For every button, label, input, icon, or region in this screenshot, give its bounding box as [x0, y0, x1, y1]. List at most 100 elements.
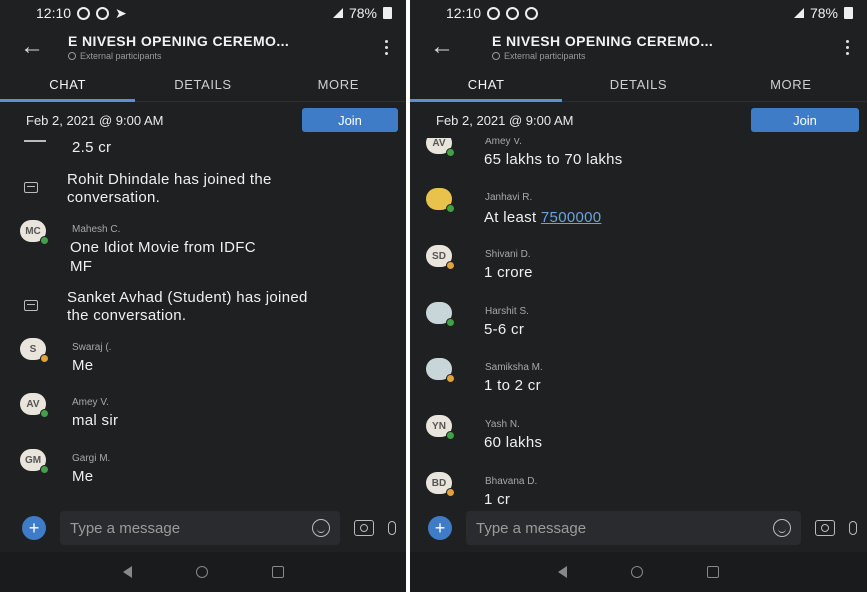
tab-bar: CHAT DETAILS MORE: [0, 68, 406, 102]
avatar-photo[interactable]: [426, 188, 455, 213]
calendar-icon: [24, 300, 38, 311]
signal-icon: [793, 8, 804, 18]
left-phone-screen: 12:10 ➤ 78% ← E NIVESH OPENING CEREMO...…: [0, 0, 406, 592]
calendar-icon: [24, 182, 38, 193]
avatar[interactable]: S: [20, 338, 49, 363]
avatar-photo[interactable]: [426, 302, 455, 327]
app-bar: ← E NIVESH OPENING CEREMO... External pa…: [410, 26, 867, 68]
message-list[interactable]: 2.5 cr Rohit Dhindale has joined the con…: [0, 138, 406, 504]
nav-recents-icon[interactable]: [707, 566, 719, 578]
sender-name: Gargi M.: [72, 453, 111, 464]
meeting-title-block[interactable]: E NIVESH OPENING CEREMO... External part…: [54, 33, 376, 61]
message-text: 1 crore: [484, 264, 533, 281]
message-text: 2.5 cr: [72, 139, 112, 156]
add-icon[interactable]: +: [428, 516, 452, 540]
tab-chat[interactable]: CHAT: [410, 68, 563, 102]
external-icon: [68, 52, 76, 60]
avatar[interactable]: GM: [20, 449, 49, 474]
message-input-box[interactable]: [60, 511, 340, 545]
sender-name: Yash N.: [485, 419, 520, 430]
meeting-subtitle: External participants: [68, 51, 376, 61]
back-arrow-icon[interactable]: ←: [420, 33, 464, 61]
meeting-title: E NIVESH OPENING CEREMO...: [492, 33, 714, 49]
tab-details[interactable]: DETAILS: [135, 68, 270, 101]
subtitle-text: External participants: [504, 51, 586, 61]
nav-home-icon[interactable]: [631, 566, 643, 578]
tab-more[interactable]: MORE: [715, 68, 867, 101]
system-text-line2: the conversation.: [67, 307, 187, 324]
emoji-icon[interactable]: [312, 519, 330, 537]
message-text: mal sir: [72, 412, 119, 429]
system-text-line2: conversation.: [67, 189, 161, 206]
chat-notification-icon: [96, 6, 110, 20]
message-link[interactable]: 7500000: [541, 209, 602, 226]
whatsapp-icon: [525, 6, 539, 20]
meeting-subtitle: External participants: [492, 51, 837, 61]
message-composer: +: [0, 504, 406, 552]
join-button[interactable]: Join: [302, 108, 398, 132]
microphone-icon[interactable]: [849, 521, 857, 535]
message-text: 65 lakhs to 70 lakhs: [484, 151, 623, 168]
system-text-line1: Sanket Avhad (Student) has joined: [67, 289, 308, 306]
tab-details[interactable]: DETAILS: [562, 68, 714, 101]
subtitle-text: External participants: [80, 51, 162, 61]
sender-name: Shivani D.: [485, 249, 531, 260]
tab-chat[interactable]: CHAT: [0, 68, 136, 102]
message-input[interactable]: [476, 519, 713, 537]
nav-recents-icon[interactable]: [271, 566, 284, 578]
meeting-banner: Feb 2, 2021 @ 9:00 AM Join: [410, 102, 867, 138]
tab-more[interactable]: MORE: [271, 68, 406, 101]
sender-name: Amey V.: [485, 138, 522, 147]
meeting-title-block[interactable]: E NIVESH OPENING CEREMO... External part…: [464, 33, 837, 61]
nav-back-icon[interactable]: [558, 566, 567, 578]
status-bar: 12:10 ➤ 78%: [0, 0, 406, 26]
tab-bar: CHAT DETAILS MORE: [410, 68, 867, 102]
avatar[interactable]: AV: [426, 138, 455, 157]
avatar[interactable]: BD: [426, 472, 455, 497]
nav-home-icon[interactable]: [195, 566, 208, 578]
message-input-box[interactable]: [466, 511, 801, 545]
system-nav-bar: [0, 552, 406, 592]
message-text: 5-6 cr: [484, 321, 525, 338]
battery-icon: [844, 7, 853, 19]
message-text: 1 to 2 cr: [484, 377, 541, 394]
avatar[interactable]: MC: [20, 220, 49, 245]
external-icon: [492, 52, 500, 60]
message-list[interactable]: AV Amey V. 65 lakhs to 70 lakhs Janhavi …: [410, 138, 867, 504]
sender-name: Bhavana D.: [485, 476, 538, 487]
avatar-photo[interactable]: [426, 358, 455, 383]
nav-back-icon[interactable]: [122, 566, 132, 578]
partial-avatar: [24, 140, 46, 142]
join-button[interactable]: Join: [751, 108, 859, 132]
message-text: 1 cr: [484, 491, 511, 504]
add-icon[interactable]: +: [22, 516, 46, 540]
message-text: One Idiot Movie from IDFC: [70, 239, 256, 256]
sender-name: Harshit S.: [485, 306, 529, 317]
avatar[interactable]: AV: [20, 393, 49, 418]
message-input[interactable]: [70, 519, 265, 537]
sender-name: Mahesh C.: [72, 224, 121, 235]
send-icon: ➤: [115, 4, 127, 21]
message-text: At least 7500000: [484, 209, 602, 226]
more-options-icon[interactable]: [837, 39, 857, 55]
avatar[interactable]: YN: [426, 415, 455, 440]
app-bar: ← E NIVESH OPENING CEREMO... External pa…: [0, 26, 406, 68]
battery-percent: 78%: [809, 5, 838, 21]
more-options-icon[interactable]: [376, 39, 396, 55]
message-text: MF: [70, 258, 93, 275]
messenger-icon: [506, 6, 520, 20]
right-phone-screen: 12:10 78% ← E NIVESH OPENING CEREMO... E…: [410, 0, 867, 592]
meeting-time: Feb 2, 2021 @ 9:00 AM: [26, 112, 164, 128]
message-text: Me: [72, 357, 94, 374]
status-time: 12:10: [446, 5, 482, 21]
emoji-icon[interactable]: [773, 519, 791, 537]
camera-icon[interactable]: [354, 520, 374, 536]
back-arrow-icon[interactable]: ←: [10, 33, 54, 61]
microphone-icon[interactable]: [388, 521, 396, 535]
sender-name: Janhavi R.: [485, 192, 533, 203]
meeting-time: Feb 2, 2021 @ 9:00 AM: [436, 112, 574, 128]
avatar[interactable]: SD: [426, 245, 455, 270]
status-time: 12:10: [36, 5, 72, 21]
camera-icon[interactable]: [815, 520, 835, 536]
sender-name: Samiksha M.: [485, 362, 543, 373]
